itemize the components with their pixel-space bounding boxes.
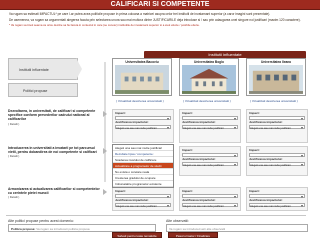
justification-select[interactable]: Alegeti una sau mai multe justificari [249,161,305,167]
policy-row-3: Armonizarea si actualizarea calificarilo… [8,187,308,213]
justification-label: Justificarea impactului: [249,120,283,124]
impact-label: Impact: [249,148,260,152]
institution-detail-link-3[interactable]: ( Vizualizati descrierea universitatii ) [250,99,298,103]
impact-label: Impact: [115,111,126,115]
intro-note: * Va rugam sa tineti seama ca orice deci… [9,22,200,27]
other-policy-field[interactable]: Politica propusa: Va rugam sa introducet… [8,224,156,232]
other-policy-prefix: Politica propusa: [11,227,36,231]
other-policies-label: Alte politici propuse pentru acest domen… [8,219,74,223]
impact-label: Impact: [249,189,260,193]
other-policies-section: Alte politici propuse pentru acest domen… [8,219,156,232]
row-arrow-icon [103,111,107,117]
justification-placeholder: Alegeti una sau mai multe justificari [250,126,291,130]
institutions-header: Institutii influentate [144,51,306,58]
tab-arrow-icon [76,58,82,80]
institution-name: Universitatea Ileana [261,60,291,64]
intro-line-1: Va rugam sa estimati IMPACTUL* pe care l… [9,12,271,16]
institution-name: Universitatea Bacoviu [125,60,159,64]
observations-field[interactable]: Va rugam sa introduceti aici alte observ… [166,224,308,232]
justification-select[interactable]: Alegeti una sau mai multe justificari [115,202,171,208]
policy-detail-link[interactable]: ( Detalii ) [8,195,102,199]
row-arrow-icon [103,148,107,154]
save-all-button[interactable]: Salvati pentru toate tematicile [112,232,162,238]
observations-label: Alte observatii: [166,219,189,223]
impact-label: Impact: [182,189,193,193]
impact-select[interactable] [249,193,305,198]
institution-photo-icon [249,65,303,94]
justification-select[interactable]: Alegeti una sau mai multe justificari [182,124,238,130]
impact-select[interactable] [249,152,305,157]
policy-title: Armonizarea si actualizarea calificarilo… [8,187,102,200]
impact-cell: Impact: Justificarea impactului: Alegeti… [179,109,241,143]
justification-select[interactable]: Alegeti una sau mai multe justificari [182,161,238,167]
impact-select[interactable] [115,115,171,120]
justification-placeholder: Alegeti una sau mai multe justificari [183,204,224,208]
institution-card-3: Universitatea Ileana [246,58,306,96]
impact-cell: Impact: Justificarea impactului: Alegeti… [112,109,174,143]
institution-detail-link-1[interactable]: ( Vizualizati descrierea universitatii ) [116,99,164,103]
institution-photo-icon [182,65,236,94]
justification-label: Justificarea impactului: [182,198,216,202]
impact-cell: Impact: Justificarea impactului: Alegeti… [179,146,241,176]
next-step-button[interactable]: Pasul urmator / Finalizare [168,232,218,238]
justification-label: Justificarea impactului: [249,198,283,202]
policy-title-text: Introducerea in universitati a invatarii… [8,146,97,155]
policy-title: Dezvoltarea, in universitati, de calific… [8,109,102,126]
impact-label: Impact: [115,189,126,193]
justification-select[interactable]: Alegeti una sau mai multe justificari [115,124,171,130]
impact-select[interactable] [182,152,238,157]
justification-placeholder: Alegeti una sau mai multe justificari [116,204,157,208]
impact-label: Impact: [182,111,193,115]
impact-select[interactable] [115,193,171,198]
justification-label: Justificarea impactului: [249,157,283,161]
policy-title-text: Armonizarea si actualizarea calificarilo… [8,187,100,196]
dropdown-option[interactable]: Imbunatatire programelor existente [113,181,173,187]
justification-label: Justificarea impactului: [115,198,149,202]
justification-placeholder: Alegeti una sau mai multe justificari [116,126,157,130]
detail-links: ( Vizualizati descrierea universitatii )… [112,99,308,104]
policy-detail-link[interactable]: ( Detalii ) [8,122,102,126]
justification-dropdown: Alegeti una sau mai multe justificari Re… [112,144,174,188]
justification-label: Justificarea impactului: [182,157,216,161]
impact-cell: Impact: Justificarea impactului: Alegeti… [246,187,308,211]
other-policy-placeholder: Va rugam sa introduceti politica propusa [36,227,90,231]
window-title: CALIFICARI SI COMPETENTE [0,0,320,10]
policy-row-1: Dezvoltarea, in universitati, de calific… [8,109,308,143]
justification-placeholder: Alegeti una sau mai multe justificari [183,126,224,130]
impact-cell: Impact: Justificarea impactului: Alegeti… [179,187,241,211]
observations-section: Alte observatii: Va rugam sa introduceti… [166,219,308,232]
impact-select[interactable] [182,115,238,120]
institution-card-2: Universitatea Boglo [179,58,239,96]
justification-select[interactable]: Alegeti una sau mai multe justificari [249,202,305,208]
tab-institutions[interactable]: Institutii influentate [8,58,78,80]
impact-label: Impact: [249,111,260,115]
justification-placeholder: Alegeti una sau mai multe justificari [183,163,224,167]
impact-select[interactable] [249,115,305,120]
institution-card-1: Universitatea Bacoviu [112,58,172,96]
justification-select[interactable]: Alegeti una sau mai multe justificari [182,202,238,208]
tab-policies[interactable]: Politici propuse [8,83,78,97]
justification-label: Justificarea impactului: [115,120,149,124]
institution-name: Universitatea Boglo [194,60,224,64]
institution-detail-link-2[interactable]: ( Vizualizati descrierea universitatii ) [183,99,231,103]
divider [6,215,306,216]
impact-cell: Impact: Justificarea impactului: Alegeti… [112,187,174,211]
impact-cell: Impact: Justificarea impactului: Alegeti… [246,109,308,143]
justification-placeholder: Alegeti una sau mai multe justificari [250,204,291,208]
policy-title-text: Dezvoltarea, in universitati, de calific… [8,109,96,122]
institution-photo-icon [115,65,169,94]
justification-label: Justificarea impactului: [182,120,216,124]
impact-cell: Impact: Justificarea impactului: Alegeti… [246,146,308,176]
policy-detail-link[interactable]: ( Detalii ) [8,154,102,158]
justification-placeholder: Alegeti una sau mai multe justificari [250,163,291,167]
justification-select[interactable]: Alegeti una sau mai multe justificari [249,124,305,130]
institution-images: Universitatea Bacoviu Universitatea Bogl… [112,58,308,98]
impact-label: Impact: [182,148,193,152]
intro-line-2: De asemenea, va rugam sa argumentati ale… [9,17,301,22]
impact-select[interactable] [182,193,238,198]
policy-title: Introducerea in universitati a invatarii… [8,146,102,159]
row-arrow-icon [103,189,107,195]
intro-text: Va rugam sa estimati IMPACTUL* pe care l… [9,12,309,29]
